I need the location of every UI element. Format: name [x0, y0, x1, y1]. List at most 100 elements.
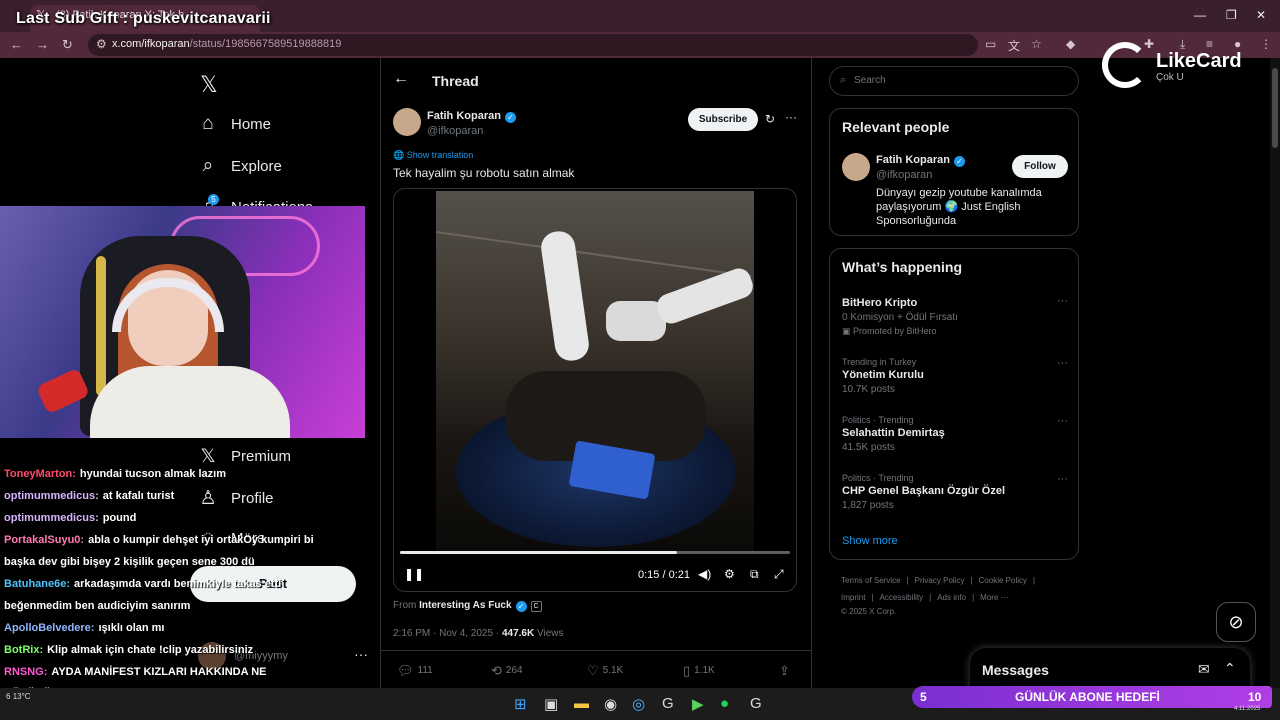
chat-username[interactable]: BotRix: [4, 644, 43, 656]
sidebar-item-profile[interactable]: ♙ Profile [198, 483, 274, 513]
trend-item[interactable]: Trending in Turkey Yönetim Kurulu 10.7K … [842, 357, 1068, 395]
more-dots-icon[interactable]: ··· [1057, 473, 1068, 485]
video-progress-bar[interactable] [400, 551, 790, 554]
footer-link[interactable]: Privacy Policy [915, 576, 965, 585]
picture-in-picture-icon[interactable]: ⧉ [750, 567, 759, 582]
footer-link[interactable]: Ads info [937, 593, 966, 602]
avatar[interactable] [393, 108, 421, 136]
like-button[interactable]: ♡ 5.1K [587, 663, 623, 679]
settings-gear-icon[interactable]: ⚙ [724, 567, 735, 581]
fullscreen-icon[interactable]: ⤢ [774, 567, 784, 582]
grok-icon[interactable]: ↻ [765, 112, 775, 126]
sidebar-item-premium[interactable]: 𝕏 Premium [198, 441, 291, 471]
verified-badge-icon: ✓ [504, 112, 516, 123]
bookmark-star-icon[interactable]: ☆ [1031, 37, 1042, 51]
person-handle[interactable]: @ifkoparan [876, 169, 932, 181]
share-button[interactable]: ⇪ [779, 663, 794, 679]
subscriber-goal-bar: 5 GÜNLÜK ABONE HEDEFİ 10 [912, 686, 1272, 708]
volume-icon[interactable]: ◀) [698, 567, 711, 581]
reload-icon[interactable]: ↻ [62, 37, 73, 53]
chat-username[interactable]: ToneyMarton: [4, 468, 76, 480]
trend-item[interactable]: Politics · Trending Selahattin Demirtaş … [842, 415, 1068, 453]
more-dots-icon[interactable]: ··· [1057, 295, 1068, 307]
reply-button[interactable]: 💬︎ 111 [397, 663, 433, 679]
chat-username[interactable]: PortakalSuyu0: [4, 534, 84, 546]
sidebar-item-label: Profile [231, 489, 274, 507]
maximize-icon[interactable]: ❐ [1226, 8, 1237, 22]
footer-link[interactable]: More ··· [980, 593, 1008, 602]
close-icon[interactable]: ✕ [1256, 8, 1266, 22]
tweet-timestamp[interactable]: 2:16 PM · Nov 4, 2025 · [393, 628, 499, 639]
chat-text: arkadaşımda vardı benimkiyle takas etti [74, 578, 282, 590]
repost-button[interactable]: ⟲ 264 [491, 663, 523, 679]
site-info-icon[interactable]: ⚙ [96, 37, 107, 51]
x-logo-icon[interactable]: 𝕏 [200, 72, 218, 98]
windows-start-icon[interactable]: ⊞ [514, 695, 527, 713]
video-player[interactable]: ❚❚ 0:15 / 0:21 ◀) ⚙ ⧉ ⤢ [393, 188, 797, 592]
sidebar-item-label: Premium [231, 447, 292, 465]
trend-item[interactable]: Politics · Trending CHP Genel Başkanı Öz… [842, 473, 1068, 511]
more-dots-icon[interactable]: ··· [785, 110, 797, 124]
grok-fab-button[interactable]: ⊘ [1216, 602, 1256, 642]
scrollbar[interactable] [1270, 58, 1280, 688]
chat-message: ToneyMarton: hyundai tucson almak lazım [4, 468, 226, 480]
chat-username[interactable]: RNSNG: [4, 666, 47, 678]
chat-username[interactable]: ApolloBelvedere: [4, 622, 94, 634]
footer-link[interactable]: Imprint [841, 593, 865, 602]
weather-widget[interactable]: 6 13°C [6, 692, 31, 701]
back-arrow-icon[interactable]: ← [393, 70, 409, 88]
chevron-up-icon[interactable]: ⌃ [1224, 660, 1236, 677]
source-badge: C [530, 601, 542, 612]
chrome-icon[interactable]: ◎ [632, 695, 645, 713]
file-explorer-icon[interactable]: ▬ [574, 695, 589, 712]
video-time: 0:15 / 0:21 [638, 569, 690, 581]
person-name[interactable]: Fatih Koparan ✓ [876, 154, 965, 167]
search-input[interactable]: ⌕ Search [829, 66, 1079, 96]
footer-link[interactable]: Accessibility [880, 593, 924, 602]
app-g-icon[interactable]: G [662, 695, 674, 712]
obs-icon[interactable]: ◉ [604, 695, 617, 713]
app-flag-icon[interactable]: ▶ [692, 695, 704, 713]
cast-icon[interactable]: ▭ [985, 37, 996, 51]
streamer-webcam [0, 206, 365, 438]
follow-button[interactable]: Follow [1012, 155, 1068, 178]
forward-icon[interactable]: → [36, 37, 49, 52]
app-g2-icon[interactable]: G [750, 695, 762, 712]
chat-username[interactable]: Batuhane6e: [4, 578, 70, 590]
from-label: From [393, 600, 417, 611]
author-name[interactable]: Fatih Koparan ✓ [427, 110, 516, 123]
share-icon: ⇪ [779, 663, 790, 678]
url-field[interactable]: ⚙ x.com/ifkoparan/status/198566758951988… [88, 34, 978, 56]
sidebar-item-home[interactable]: ⌂ Home [198, 109, 271, 139]
chat-username[interactable]: optimummedicus: [4, 512, 99, 524]
translate-icon[interactable]: 文 [1008, 37, 1020, 54]
new-message-icon[interactable]: ✉ [1198, 661, 1210, 678]
footer-separator: | [972, 593, 975, 602]
show-translation-link[interactable]: 🌐 Show translation [393, 150, 473, 161]
source-name[interactable]: Interesting As Fuck [419, 600, 511, 611]
trend-category: Politics · Trending [842, 415, 914, 425]
back-icon[interactable]: ← [10, 37, 23, 52]
more-dots-icon[interactable]: ··· [1057, 357, 1068, 369]
promoted-text: Promoted by BitHero [853, 326, 937, 336]
show-more-link[interactable]: Show more [842, 535, 898, 547]
robot-arm [539, 229, 591, 363]
subscribe-button[interactable]: Subscribe [688, 108, 758, 131]
video-source: From Interesting As Fuck ✓ C [393, 600, 542, 612]
extension-icon[interactable]: ◆ [1066, 37, 1075, 51]
menu-icon[interactable]: ⋮ [1260, 37, 1272, 51]
scroll-thumb[interactable] [1272, 68, 1278, 148]
spotify-icon[interactable]: ● [720, 695, 729, 712]
pause-icon[interactable]: ❚❚ [404, 567, 424, 581]
minimize-icon[interactable]: — [1194, 8, 1206, 22]
chat-username[interactable]: optimummedicus: [4, 490, 99, 502]
more-dots-icon[interactable]: ··· [1057, 415, 1068, 427]
footer-link[interactable]: Terms of Service [841, 576, 901, 585]
trend-item[interactable]: BitHero Kripto 0 Komisyon + Ödül Fırsatı… [842, 295, 1068, 337]
avatar[interactable] [842, 153, 870, 181]
author-handle[interactable]: @ifkoparan [427, 125, 483, 137]
sidebar-item-explore[interactable]: ⌕ Explore [198, 151, 282, 181]
task-view-icon[interactable]: ▣ [544, 695, 558, 713]
footer-link[interactable]: Cookie Policy [979, 576, 1027, 585]
bookmark-button[interactable]: ▯ 1.1K [683, 663, 715, 679]
